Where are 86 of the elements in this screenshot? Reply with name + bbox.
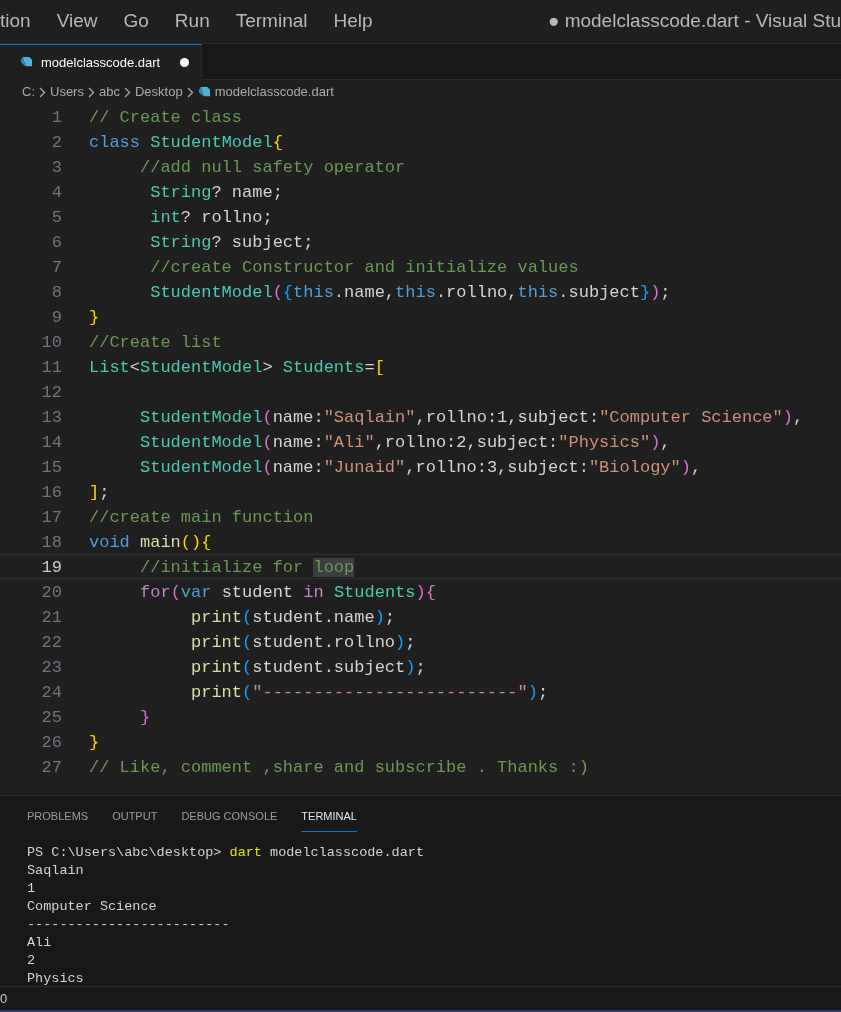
menu-item[interactable]: Run bbox=[174, 7, 210, 36]
breadcrumb-item[interactable]: C: bbox=[22, 82, 35, 102]
terminal-line: Saqlain bbox=[27, 861, 85, 880]
code-line: print(student.subject); bbox=[190, 657, 426, 678]
code-line: ]; bbox=[89, 482, 110, 503]
chevron-icon bbox=[123, 86, 131, 98]
window-title: ● modelclasscode.dart - Visual Stu bbox=[547, 9, 841, 34]
terminal-line: Computer Science bbox=[27, 897, 158, 916]
code-line: List<StudentModel> Students=[ bbox=[89, 357, 385, 378]
line-number: 7 bbox=[50, 257, 63, 278]
code-line: //initialize for loop bbox=[139, 557, 355, 578]
line-number: 24 bbox=[40, 682, 63, 703]
code-line: int? rollno; bbox=[149, 207, 273, 228]
line-number: 27 bbox=[40, 757, 63, 778]
breadcrumb-item[interactable]: modelclasscode.dart bbox=[214, 82, 334, 102]
menu-item[interactable]: Help bbox=[333, 7, 373, 36]
line-number: 16 bbox=[40, 482, 63, 503]
line-number: 22 bbox=[40, 632, 63, 653]
line-number: 25 bbox=[40, 707, 63, 728]
panel-tab[interactable]: DEBUG CONSOLE bbox=[181, 804, 278, 832]
breadcrumb-item[interactable]: Users bbox=[50, 82, 84, 102]
code-line: for(var student in Students){ bbox=[139, 582, 436, 603]
line-number: 13 bbox=[40, 407, 63, 428]
line-number: 1 bbox=[50, 107, 63, 128]
panel-tab[interactable]: PROBLEMS bbox=[27, 804, 89, 832]
line-number: 17 bbox=[40, 507, 63, 528]
code-line: StudentModel(name:"Junaid",rollno:3,subject:"Biology"), bbox=[139, 457, 702, 478]
code-line: } bbox=[139, 707, 151, 728]
line-number: 8 bbox=[50, 282, 63, 303]
line-number: 20 bbox=[40, 582, 63, 603]
menu-item[interactable]: Terminal bbox=[235, 7, 308, 36]
terminal-line: PS C:\Users\abc\desktop> dart modelclasscode.dart bbox=[27, 843, 425, 862]
menu-item[interactable]: View bbox=[56, 7, 98, 36]
code-line: void main(){ bbox=[89, 532, 212, 553]
line-number: 6 bbox=[50, 232, 63, 253]
code-line: //add null safety operator bbox=[139, 157, 406, 178]
terminal-line: 1 bbox=[27, 879, 37, 898]
line-number: 15 bbox=[40, 457, 63, 478]
terminal-line: ------------------------- bbox=[27, 915, 231, 934]
code-line: class StudentModel{ bbox=[89, 132, 283, 153]
chevron-icon bbox=[39, 86, 46, 98]
line-number: 5 bbox=[50, 207, 63, 228]
code-line: print(student.rollno); bbox=[190, 632, 416, 653]
code-line: String? subject; bbox=[149, 232, 314, 253]
line-number: 10 bbox=[40, 332, 63, 353]
breadcrumb-item[interactable]: abc bbox=[98, 82, 120, 102]
code-line: StudentModel({this.name,this.rollno,this.subject}); bbox=[149, 282, 671, 303]
line-number: 23 bbox=[40, 657, 63, 678]
terminal-line: Physics bbox=[27, 969, 85, 988]
panel-tab[interactable]: OUTPUT bbox=[112, 804, 158, 832]
panel-tab[interactable]: TERMINAL bbox=[301, 804, 357, 832]
chevron-icon bbox=[87, 86, 95, 98]
line-number: 12 bbox=[40, 382, 63, 403]
menu-item[interactable]: tion bbox=[0, 7, 31, 36]
line-number: 9 bbox=[50, 307, 63, 328]
line-number: 18 bbox=[40, 532, 63, 553]
line-number: 21 bbox=[40, 607, 63, 628]
code-line: StudentModel(name:"Saqlain",rollno:1,subject:"Computer Science"), bbox=[139, 407, 804, 428]
line-number: 26 bbox=[40, 732, 63, 753]
breadcrumb-item[interactable]: Desktop bbox=[134, 82, 183, 102]
chevron-icon bbox=[186, 86, 194, 98]
code-line: StudentModel(name:"Ali",rollno:2,subject:"Physics"), bbox=[139, 432, 671, 453]
code-line: print("-------------------------"); bbox=[190, 682, 549, 703]
code-line: print(student.name); bbox=[190, 607, 396, 628]
code-line: // Like, comment ,share and subscribe . Thanks :) bbox=[89, 757, 589, 778]
dart-file-icon bbox=[20, 56, 33, 69]
tab-label: modelclasscode.dart bbox=[41, 53, 161, 72]
dart-file-icon bbox=[197, 85, 211, 99]
code-line: } bbox=[89, 307, 100, 328]
terminal-line: Ali bbox=[27, 933, 53, 952]
editor-tab[interactable]: modelclasscode.dart bbox=[0, 44, 203, 80]
code-line: String? name; bbox=[149, 182, 283, 203]
code-line: // Create class bbox=[89, 107, 243, 128]
line-number: 19 bbox=[40, 557, 63, 578]
line-number: 4 bbox=[50, 182, 63, 203]
terminal-line: 2 bbox=[27, 951, 37, 970]
code-line: //create Constructor and initialize values bbox=[149, 257, 579, 278]
line-number: 3 bbox=[50, 157, 63, 178]
line-number: 14 bbox=[40, 432, 63, 453]
status-text: 0 bbox=[0, 989, 8, 1008]
menu-item[interactable]: Go bbox=[123, 7, 149, 36]
code-line: //create main function bbox=[89, 507, 314, 528]
code-line: } bbox=[89, 732, 100, 753]
code-line: //Create list bbox=[89, 332, 222, 353]
line-number: 11 bbox=[40, 357, 63, 378]
line-number: 2 bbox=[50, 132, 63, 153]
